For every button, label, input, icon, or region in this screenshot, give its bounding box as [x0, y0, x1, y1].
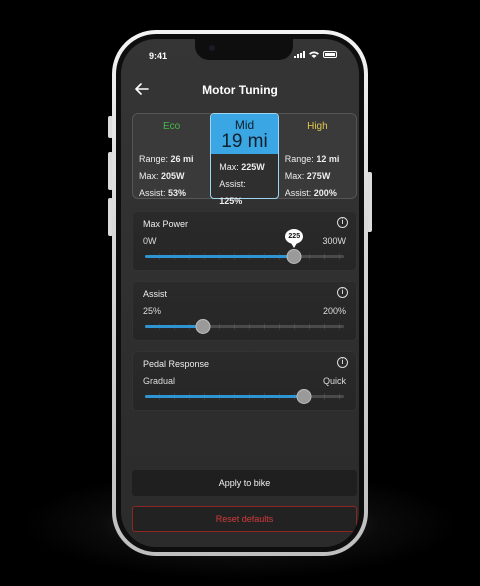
mode-name: Eco [163, 121, 181, 132]
mode-card-eco[interactable]: Eco Range: 26 mi Max: 205W Assist: 53% [133, 114, 210, 198]
status-icons [294, 51, 337, 58]
max-label: Max: [139, 171, 159, 181]
cellular-signal-icon [294, 51, 305, 58]
wifi-icon [309, 51, 319, 58]
max-power-slider[interactable]: 225 [145, 229, 344, 264]
range-value: 12 mi [316, 154, 340, 164]
slider-handle[interactable] [195, 319, 211, 334]
max-value: 275W [306, 171, 331, 181]
mode-name: Mid [234, 118, 255, 132]
slider-handle[interactable] [296, 389, 312, 404]
slider-fill [145, 395, 305, 398]
assist-label: Assist: [219, 179, 246, 189]
max-label: Max: [219, 162, 239, 172]
info-icon[interactable]: i [337, 287, 348, 298]
assist-value: 53% [168, 188, 187, 198]
pedal-response-card: Pedal Response i Gradual Quick [132, 351, 357, 411]
assist-label: Assist: [139, 188, 166, 198]
camera-icon [209, 45, 215, 51]
app-header: Motor Tuning [121, 77, 359, 101]
slider-min-label: 0W [143, 236, 157, 246]
max-value: 205W [161, 171, 185, 181]
phone-frame: 9:41 Motor Tuning Eco Range: 26 mi Max: … [112, 30, 368, 556]
slider-fill [145, 255, 295, 258]
info-icon[interactable]: i [337, 217, 348, 228]
assist-label: Assist: [284, 188, 312, 198]
reset-defaults-button[interactable]: Reset defaults [132, 506, 357, 532]
setting-label: Max Power [143, 219, 189, 229]
max-power-card: Max Power i 0W 300W 225 [132, 211, 357, 271]
range-value: 26 mi [170, 154, 194, 164]
setting-label: Assist [143, 289, 168, 299]
assist-value: 125% [219, 196, 243, 206]
mode-selector: Eco Range: 26 mi Max: 205W Assist: 53% M… [132, 113, 357, 206]
range-label: Range: [139, 154, 169, 164]
apply-to-bike-button[interactable]: Apply to bike [132, 470, 357, 496]
slider-handle[interactable] [286, 249, 302, 264]
app-screen: 9:41 Motor Tuning Eco Range: 26 mi Max: … [121, 39, 359, 547]
max-label: Max: [284, 171, 305, 181]
mode-card-high[interactable]: High Range: 12 mi Max: 275W Assist: 200% [279, 114, 356, 198]
notch [195, 39, 293, 60]
range-value: 19 mi [221, 131, 268, 152]
range-label: Range: [284, 154, 314, 164]
max-value: 225W [241, 162, 265, 172]
phone-bezel: 9:41 Motor Tuning Eco Range: 26 mi Max: … [116, 34, 364, 552]
slider-max-label: 200% [322, 306, 346, 316]
battery-icon [323, 51, 337, 58]
assist-slider[interactable] [145, 319, 344, 334]
slider-fill [145, 325, 203, 328]
slider-value-bubble: 225 [285, 229, 304, 248]
assist-value: 200% [313, 188, 337, 198]
setting-label: Pedal Response [143, 359, 210, 369]
mode-card-mid[interactable]: Mid 19 mi Max: 225W Assist: 125% [210, 113, 279, 206]
pedal-response-slider[interactable] [145, 389, 344, 404]
status-bar: 9:41 [121, 39, 359, 67]
slider-min-label: 25% [143, 306, 162, 316]
slider-max-label: Quick [322, 376, 346, 386]
selected-mode-header: Mid 19 mi [211, 114, 278, 154]
page-title: Motor Tuning [202, 83, 278, 97]
slider-min-label: Gradual [143, 376, 176, 386]
info-icon[interactable]: i [337, 357, 348, 368]
status-time: 9:41 [149, 51, 168, 61]
slider-max-label: 300W [322, 236, 346, 246]
assist-card: Assist i 25% 200% [132, 281, 357, 341]
mode-name: High [307, 121, 328, 132]
